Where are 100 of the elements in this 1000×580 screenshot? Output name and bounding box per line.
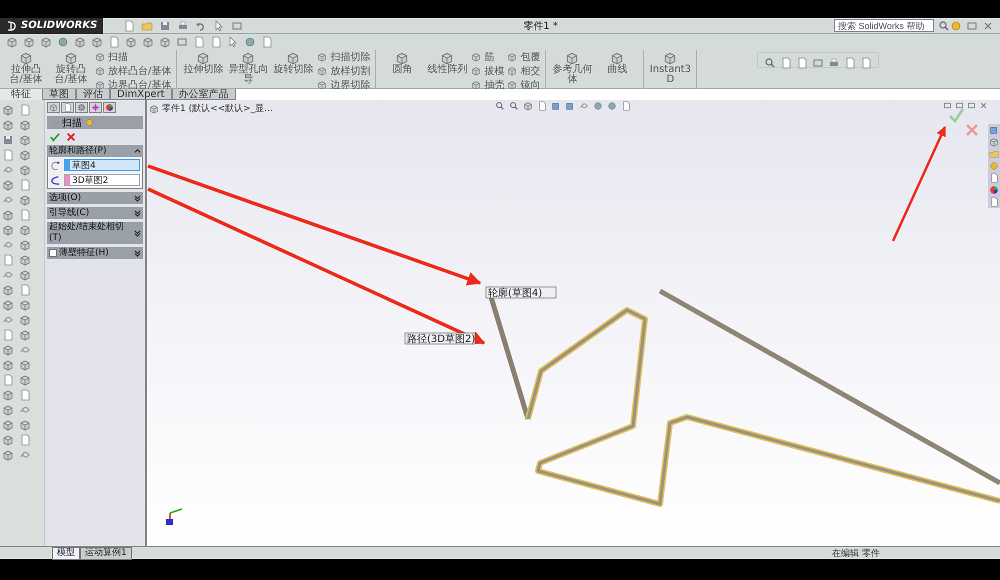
- command-button[interactable]: 抽壳: [471, 78, 504, 92]
- cube-icon[interactable]: [523, 101, 533, 111]
- chevron-down-icon[interactable]: [134, 230, 141, 236]
- document-icon[interactable]: [123, 20, 136, 32]
- magnifier-icon[interactable]: [938, 20, 950, 32]
- cube-icon[interactable]: [19, 299, 31, 311]
- command-button[interactable]: 放样切割: [317, 64, 370, 78]
- document-icon[interactable]: [108, 36, 120, 48]
- close-icon[interactable]: [966, 124, 978, 136]
- tab[interactable]: 评估: [76, 89, 110, 100]
- cube-icon[interactable]: [19, 254, 31, 266]
- document-icon[interactable]: [2, 374, 14, 386]
- command-button[interactable]: Instant3D: [649, 50, 692, 88]
- cube-icon[interactable]: [19, 224, 31, 236]
- tab[interactable]: 特征: [0, 89, 42, 100]
- document-icon[interactable]: [2, 149, 14, 161]
- palette-icon[interactable]: [105, 103, 114, 112]
- document-icon[interactable]: [261, 36, 273, 48]
- checkbox[interactable]: [49, 249, 57, 257]
- cube-icon[interactable]: [989, 137, 999, 147]
- command-button[interactable]: 相交: [507, 64, 540, 78]
- cube-icon[interactable]: [2, 209, 14, 221]
- section-header[interactable]: 引导线(C): [47, 207, 143, 219]
- cube-icon[interactable]: [2, 404, 14, 416]
- command-button[interactable]: 旋转切除: [272, 50, 314, 88]
- crosshair-icon[interactable]: [91, 103, 100, 112]
- cube-icon[interactable]: [159, 36, 171, 48]
- selection-field[interactable]: 3D草图2: [64, 174, 140, 186]
- window-icon[interactable]: [231, 20, 244, 32]
- cube-icon[interactable]: [2, 344, 14, 356]
- chevron-down-icon[interactable]: [134, 194, 141, 202]
- checkmark-icon[interactable]: [50, 132, 60, 142]
- cube-icon[interactable]: [19, 239, 31, 251]
- cube-icon[interactable]: [19, 134, 31, 146]
- cube-icon[interactable]: [2, 179, 14, 191]
- cube-icon[interactable]: [149, 104, 159, 114]
- magnifier-icon[interactable]: [495, 101, 505, 111]
- cube-icon[interactable]: [19, 314, 31, 326]
- cube-icon[interactable]: [2, 299, 14, 311]
- cube-icon[interactable]: [49, 103, 58, 112]
- cube-icon[interactable]: [91, 36, 103, 48]
- cube-icon[interactable]: [2, 359, 14, 371]
- box-view-icon[interactable]: [989, 125, 999, 135]
- cursor-icon[interactable]: [213, 20, 226, 32]
- tree-item[interactable]: 零件1 (默认<<默认>_显...: [162, 102, 273, 115]
- command-button[interactable]: 曲线: [596, 50, 638, 88]
- cursor-icon[interactable]: [227, 36, 239, 48]
- command-button[interactable]: 异型孔向导: [227, 50, 270, 88]
- section-header[interactable]: 选项(O): [47, 192, 143, 204]
- cube-icon[interactable]: [2, 284, 14, 296]
- cube-icon[interactable]: [40, 36, 52, 48]
- document-icon[interactable]: [989, 173, 999, 183]
- cube-icon[interactable]: [19, 269, 31, 281]
- command-button[interactable]: 线性阵列: [426, 50, 468, 88]
- swirl-icon[interactable]: [579, 101, 589, 111]
- cube-icon[interactable]: [74, 36, 86, 48]
- document-icon[interactable]: [19, 434, 31, 446]
- cube-icon[interactable]: [19, 164, 31, 176]
- cube-icon[interactable]: [23, 36, 35, 48]
- gear-icon[interactable]: [77, 103, 86, 112]
- cube-icon[interactable]: [19, 419, 31, 431]
- cube-icon[interactable]: [2, 434, 14, 446]
- document-icon[interactable]: [780, 57, 792, 69]
- document-icon[interactable]: [193, 36, 205, 48]
- command-button[interactable]: 筋: [471, 50, 504, 64]
- tab[interactable]: 办公室产品: [172, 89, 236, 100]
- command-button[interactable]: 镜向: [507, 78, 540, 92]
- document-icon[interactable]: [19, 179, 31, 191]
- magnifier-icon[interactable]: [509, 101, 519, 111]
- document-icon[interactable]: [2, 254, 14, 266]
- command-button[interactable]: 边界切除: [317, 78, 370, 92]
- command-button[interactable]: 拉伸凸台/基体: [5, 50, 47, 88]
- cube-icon[interactable]: [2, 104, 14, 116]
- window-icon[interactable]: [176, 36, 188, 48]
- document-icon[interactable]: [989, 197, 999, 207]
- document-icon[interactable]: [19, 284, 31, 296]
- folder-icon[interactable]: [989, 149, 999, 159]
- document-icon[interactable]: [844, 57, 856, 69]
- command-button[interactable]: 旋转凸台/基体: [50, 50, 92, 88]
- help-search-field[interactable]: 搜索 SolidWorks 帮助: [834, 19, 934, 32]
- command-button[interactable]: 扫描: [95, 50, 172, 64]
- cube-icon[interactable]: [19, 374, 31, 386]
- cube-icon[interactable]: [2, 119, 14, 131]
- cube-icon[interactable]: [19, 119, 31, 131]
- cube-icon[interactable]: [2, 419, 14, 431]
- cube-icon[interactable]: [19, 194, 31, 206]
- command-button[interactable]: 放样凸台/基体: [95, 64, 172, 78]
- tab[interactable]: 运动算例1: [80, 546, 132, 560]
- document-icon[interactable]: [19, 389, 31, 401]
- section-header[interactable]: 薄壁特征(H): [47, 247, 143, 259]
- command-button[interactable]: 拉伸切除: [182, 50, 224, 88]
- document-icon[interactable]: [63, 103, 72, 112]
- magnifier-icon[interactable]: [764, 57, 776, 69]
- tab[interactable]: 草图: [42, 89, 76, 100]
- cube-icon[interactable]: [2, 389, 14, 401]
- window-icon[interactable]: [966, 20, 978, 32]
- chevron-down-icon[interactable]: [134, 250, 141, 256]
- section-header[interactable]: 轮廓和路径(P): [47, 145, 143, 157]
- document-icon[interactable]: [19, 104, 31, 116]
- printer-icon[interactable]: [177, 20, 190, 32]
